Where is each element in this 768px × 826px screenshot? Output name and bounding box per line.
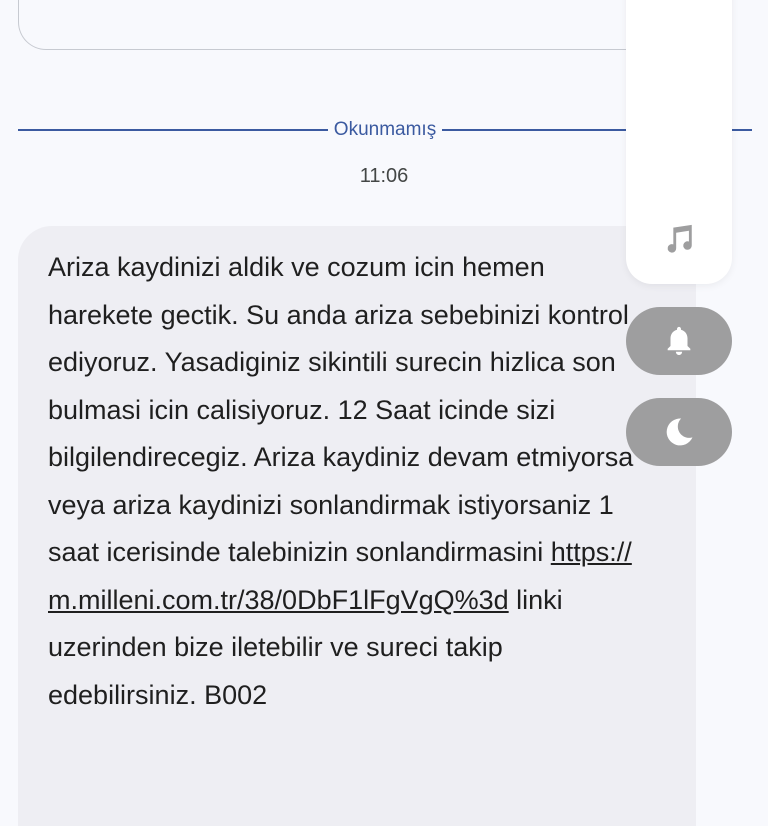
moon-icon (666, 418, 693, 446)
message-text-before-link: Ariza kaydinizi aldik ve cozum icin heme… (48, 252, 634, 567)
previous-message-text-glimpse (239, 0, 459, 4)
music-note-icon[interactable] (662, 222, 696, 256)
unread-label: Okunmamış (333, 119, 437, 140)
bell-icon (667, 326, 691, 356)
notification-toggle-button[interactable] (626, 307, 732, 375)
floating-sound-panel (626, 0, 732, 284)
do-not-disturb-button[interactable] (626, 398, 732, 466)
message-text: Ariza kaydinizi aldik ve cozum icin heme… (48, 244, 648, 719)
previous-message-bubble[interactable] (18, 0, 718, 50)
divider-line-left (18, 129, 328, 131)
